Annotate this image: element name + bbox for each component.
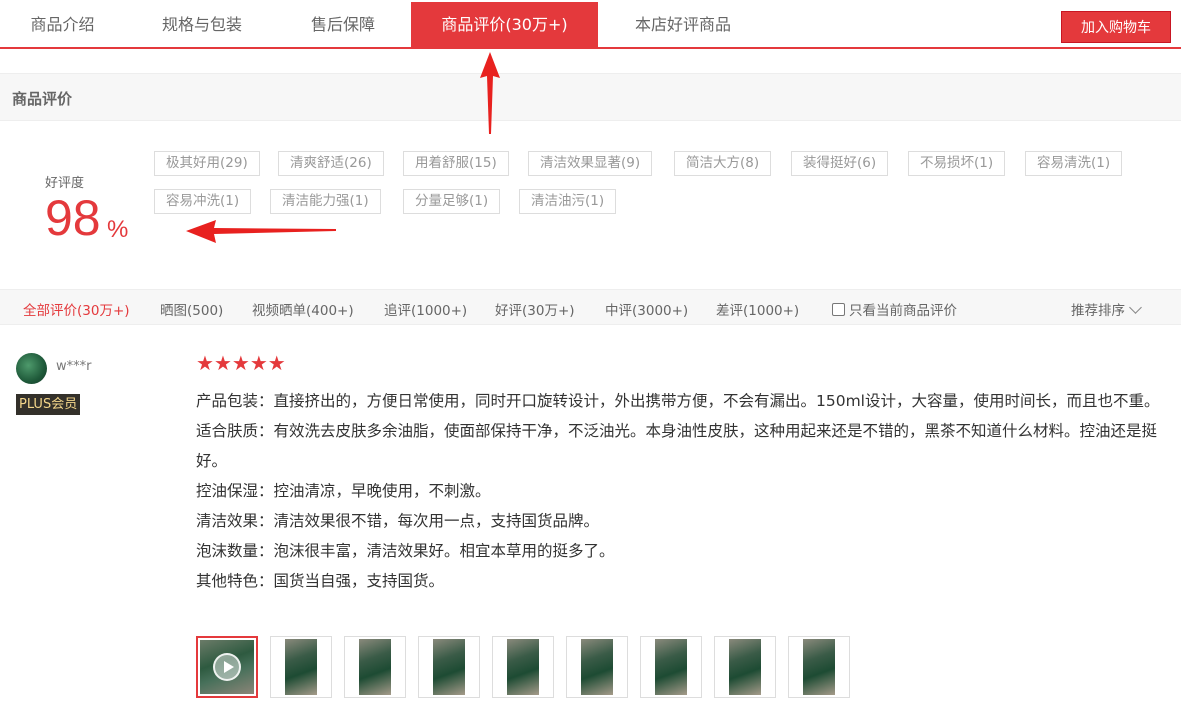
review-tag[interactable]: 容易冲洗(1) — [154, 189, 252, 214]
chevron-down-icon — [1129, 301, 1142, 314]
tab-product-intro[interactable]: 商品介绍 — [0, 2, 125, 47]
annotation-arrow-left-icon — [186, 220, 336, 243]
photo-thumbnail[interactable] — [640, 636, 702, 698]
review-tag[interactable]: 简洁大方(8) — [674, 151, 772, 176]
photo-thumbnail[interactable] — [418, 636, 480, 698]
star-icon: ★ — [267, 351, 286, 375]
review-line: 其他特色：国货当自强，支持国货。 — [196, 572, 445, 590]
star-icon: ★ — [196, 351, 214, 375]
review-tag[interactable]: 极其好用(29) — [154, 151, 260, 176]
positive-rate-value: 98 — [45, 190, 101, 246]
thumbnail-image — [285, 639, 317, 695]
filter-photos[interactable]: 晒图(500) — [160, 299, 223, 319]
thumbnail-image — [507, 639, 539, 695]
star-rating: ★★★★★ — [196, 353, 286, 374]
only-current-product-checkbox[interactable]: 只看当前商品评价 — [832, 299, 957, 319]
annotation-arrow-up-icon — [480, 52, 500, 134]
review-line: 适合肤质：有效洗去皮肤多余油脂，使面部保持干净，不泛油光。本身油性皮肤，这种用起… — [196, 422, 1158, 470]
review-line: 清洁效果：清洁效果很不错，每次用一点，支持国货品牌。 — [196, 512, 600, 530]
review-tag[interactable]: 分量足够(1) — [403, 189, 501, 214]
avatar[interactable] — [16, 353, 47, 384]
product-tabbar: 商品介绍 规格与包装 售后保障 商品评价(30万+) 本店好评商品 加入购物车 — [0, 0, 1181, 49]
video-thumbnail[interactable] — [196, 636, 258, 698]
review-line: 产品包装：直接挤出的，方便日常使用，同时开口旋转设计，外出携带方便，不会有漏出。… — [196, 392, 1160, 410]
thumbnail-image — [655, 639, 687, 695]
photo-thumbnail[interactable] — [344, 636, 406, 698]
review-tag[interactable]: 清爽舒适(26) — [278, 151, 384, 176]
photo-thumbnail[interactable] — [492, 636, 554, 698]
section-title: 商品评价 — [12, 90, 73, 108]
filter-negative[interactable]: 差评(1000+) — [716, 299, 799, 319]
add-to-cart-button[interactable]: 加入购物车 — [1061, 11, 1171, 43]
tab-after-sales[interactable]: 售后保障 — [280, 2, 406, 47]
thumbnail-image — [359, 639, 391, 695]
review-content: 产品包装：直接挤出的，方便日常使用，同时开口旋转设计，外出携带方便，不会有漏出。… — [196, 386, 1171, 596]
review-filter-bar: 全部评价(30万+) 晒图(500) 视频晒单(400+) 追评(1000+) … — [0, 289, 1181, 325]
sort-label: 推荐排序 — [1071, 303, 1125, 319]
review-tag[interactable]: 清洁能力强(1) — [270, 189, 381, 214]
filter-neutral[interactable]: 中评(3000+) — [605, 299, 688, 319]
thumbnail-image — [581, 639, 613, 695]
review-line: 控油保湿：控油清凉，早晚使用，不刺激。 — [196, 482, 491, 500]
reviewer-name[interactable]: w***r — [56, 359, 91, 374]
photo-thumbnail[interactable] — [714, 636, 776, 698]
checkbox-icon[interactable] — [832, 303, 845, 316]
photo-thumbnail[interactable] — [788, 636, 850, 698]
review-tag[interactable]: 容易清洗(1) — [1025, 151, 1123, 176]
tab-store-top-rated[interactable]: 本店好评商品 — [615, 2, 751, 47]
reviews-section-header: 商品评价 — [0, 73, 1181, 121]
sort-dropdown[interactable]: 推荐排序 — [1071, 299, 1142, 319]
filter-videos[interactable]: 视频晒单(400+) — [252, 299, 354, 319]
star-icon: ★ — [231, 351, 250, 375]
star-icon: ★ — [249, 351, 268, 375]
only-current-label: 只看当前商品评价 — [849, 303, 957, 319]
tab-reviews[interactable]: 商品评价(30万+) — [411, 2, 598, 47]
photo-thumbnail[interactable] — [270, 636, 332, 698]
review-tag[interactable]: 不易损坏(1) — [908, 151, 1006, 176]
thumbnail-image — [433, 639, 465, 695]
tab-specs-packaging[interactable]: 规格与包装 — [138, 2, 266, 47]
filter-positive[interactable]: 好评(30万+) — [495, 299, 575, 319]
thumbnail-image — [729, 639, 761, 695]
review-tag[interactable]: 装得挺好(6) — [791, 151, 889, 176]
positive-rate-unit: % — [107, 216, 129, 243]
review-tag[interactable]: 清洁效果显著(9) — [528, 151, 653, 176]
play-icon[interactable] — [213, 653, 241, 681]
review-tag[interactable]: 用着舒服(15) — [403, 151, 509, 176]
thumbnail-image — [803, 639, 835, 695]
star-icon: ★ — [213, 351, 232, 375]
filter-followup[interactable]: 追评(1000+) — [384, 299, 467, 319]
plus-member-badge: PLUS会员 — [16, 394, 81, 415]
photo-thumbnail[interactable] — [566, 636, 628, 698]
review-line: 泡沫数量：泡沫很丰富，清洁效果好。相宜本草用的挺多了。 — [196, 542, 615, 560]
review-tag[interactable]: 清洁油污(1) — [519, 189, 617, 214]
filter-all[interactable]: 全部评价(30万+) — [23, 299, 130, 319]
